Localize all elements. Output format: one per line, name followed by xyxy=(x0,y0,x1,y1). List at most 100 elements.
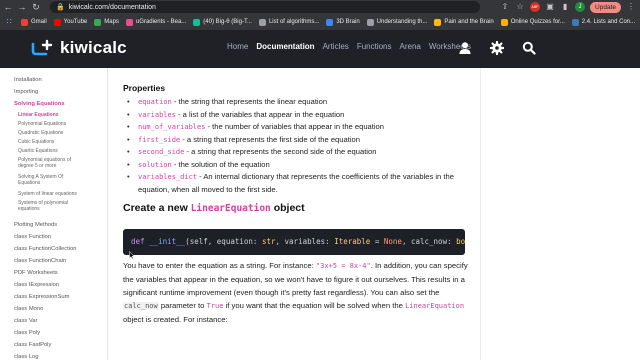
header-actions xyxy=(458,41,536,55)
gear-icon[interactable] xyxy=(490,41,504,55)
docs-content: Properties equation - the string that re… xyxy=(108,68,480,360)
property-description: - the string that represents the linear … xyxy=(171,97,328,106)
list-item: num_of_variables - the number of variabl… xyxy=(125,121,475,134)
sidebar-item-class-function[interactable]: class Function xyxy=(14,234,51,240)
share-icon[interactable]: ⇧ xyxy=(500,2,510,12)
paragraph-text: You have to enter the equation as a stri… xyxy=(123,261,316,270)
sidebar-subitem-systems-polynomial[interactable]: Systems of polynomial equations xyxy=(18,200,82,212)
right-panel xyxy=(480,68,640,360)
profile-avatar[interactable]: J xyxy=(575,2,586,12)
sidebar-subitem-polynomial-equations[interactable]: Polynomial Equations xyxy=(18,121,96,127)
nav-articles[interactable]: Articles xyxy=(323,42,349,51)
sidebar-item-expression-sum[interactable]: class ExpressionSum xyxy=(14,294,69,300)
sidebar-item-installation[interactable]: Installation xyxy=(14,77,42,83)
browser-menu-icon[interactable]: ⋮ xyxy=(626,2,636,12)
code-text: , calc_now: xyxy=(401,237,457,246)
bookmark-label: 2.4. Lists and Con... xyxy=(581,19,636,25)
nav-home[interactable]: Home xyxy=(227,42,248,51)
bookmark-item[interactable]: uGradients - Bea... xyxy=(125,18,186,26)
sidebar-item-poly[interactable]: class Poly xyxy=(14,330,40,336)
sidebar-item-function-chain[interactable]: class FunctionChain xyxy=(14,258,66,264)
sidebar-subitem-cubic-equations[interactable]: Cubic Equations xyxy=(18,139,96,145)
adblock-extension-icon[interactable]: ABP xyxy=(530,2,541,12)
sidebar-subitem-solving-system[interactable]: Solving A System Of Equations xyxy=(18,174,80,186)
sidebar-subitem-polynomial-degree-5[interactable]: Polynomial equations of degree 5 or more xyxy=(18,157,88,169)
property-name: variables_dict xyxy=(138,173,198,181)
sidebar-subitem-quartic-equations[interactable]: Quartic Equations xyxy=(18,148,96,154)
address-bar[interactable]: 🔒 kiwicalc.com/documentation xyxy=(50,1,480,13)
property-name: first_side xyxy=(138,135,181,144)
sidebar-subitem-linear-equations[interactable]: Linear Equations xyxy=(18,112,96,118)
property-name: solution xyxy=(138,160,172,169)
site-header: kiwicalc Home Documentation Articles Fun… xyxy=(0,30,640,68)
code-constant: None xyxy=(383,237,402,246)
bookmark-favicon-icon xyxy=(326,18,334,26)
property-description: - a list of the variables that appear in… xyxy=(175,109,345,119)
code-text: (self, equation: xyxy=(185,237,262,246)
bookmark-label: (40) Big-θ (Big-T... xyxy=(203,19,252,25)
bookmark-label: Maps xyxy=(104,19,119,25)
code-type: boo xyxy=(456,237,465,246)
list-item: variables - a list of the variables that… xyxy=(125,109,475,122)
update-button[interactable]: Update xyxy=(590,1,621,13)
sidebar-item-fastpoly[interactable]: class FastPoly xyxy=(14,342,51,348)
code-text: , variables: xyxy=(275,237,335,246)
sidebar-item-importing[interactable]: Importing xyxy=(14,89,38,95)
list-item: first_side - a string that represents th… xyxy=(125,134,475,147)
heading-prefix: Create a new xyxy=(123,202,191,214)
nav-arena[interactable]: Arena xyxy=(400,42,421,51)
sidebar-item-plotting[interactable]: Plotting Methods xyxy=(14,222,57,228)
sidebar-subitem-system-linear[interactable]: System of linear equations xyxy=(18,191,96,197)
create-object-heading: Create a new LinearEquation object xyxy=(123,202,305,214)
properties-heading: Properties xyxy=(123,83,166,93)
address-text[interactable]: kiwicalc.com/documentation xyxy=(69,4,156,11)
sidebar-item-var[interactable]: class Var xyxy=(14,318,37,324)
paragraph-text: if you want that the equation will be so… xyxy=(223,301,406,310)
nav-functions[interactable]: Functions xyxy=(357,42,392,51)
sidebar-item-solving-equations[interactable]: Solving Equations xyxy=(14,101,65,107)
bookmark-item[interactable]: Understanding th... xyxy=(366,18,427,26)
site-logo[interactable]: kiwicalc xyxy=(30,38,127,58)
kiwicalc-logo-icon xyxy=(31,39,53,56)
code-function-name: __init__ xyxy=(149,237,186,246)
heading-class-name: LinearEquation xyxy=(190,203,271,214)
instructions-paragraph: You have to enter the equation as a stri… xyxy=(123,259,468,326)
lock-icon[interactable]: 🔒 xyxy=(56,3,65,11)
sidebar-item-log[interactable]: class Log xyxy=(14,354,39,360)
inline-code-example: "3x+5 = 8x-4" xyxy=(315,262,371,270)
back-icon[interactable]: ← xyxy=(2,1,14,13)
sidebar-item-iexpression[interactable]: class IExpression xyxy=(14,282,59,288)
docs-sidebar: Installation Importing Solving Equations… xyxy=(0,68,108,360)
bookmark-star-icon[interactable]: ☆ xyxy=(515,2,525,12)
user-icon[interactable] xyxy=(458,41,472,55)
bookmarks-bar: ∷ Gmail YouTube Maps uGradients - Bea...… xyxy=(0,15,640,29)
sidebar-toggle-icon[interactable]: ▮ xyxy=(560,2,570,12)
bookmark-item[interactable]: 2.4. Lists and Con... xyxy=(571,18,636,26)
property-name: num_of_variables xyxy=(138,123,206,131)
sidebar-item-mono[interactable]: class Mono xyxy=(14,306,43,312)
bookmark-item[interactable]: List of algorithms... xyxy=(258,18,319,26)
sidebar-item-function-collection[interactable]: class FunctionCollection xyxy=(14,246,77,252)
heading-suffix: object xyxy=(270,202,305,214)
sidebar-item-pdf-worksheets[interactable]: PDF Worksheets xyxy=(14,270,58,276)
bookmark-label: YouTube xyxy=(63,19,88,25)
bookmark-item[interactable]: YouTube xyxy=(53,18,88,26)
sidebar-subitem-quadratic-equations[interactable]: Quadratic Equations xyxy=(18,130,96,136)
bookmark-item[interactable]: Gmail xyxy=(21,18,47,26)
bookmark-favicon-icon xyxy=(125,18,133,26)
top-navigation: Home Documentation Articles Functions Ar… xyxy=(227,42,471,51)
forward-icon[interactable]: → xyxy=(16,1,28,13)
bookmark-item[interactable]: 3D Brain xyxy=(326,18,360,26)
bookmark-item[interactable]: Online Quizzes for... xyxy=(500,18,565,26)
nav-documentation[interactable]: Documentation xyxy=(256,42,314,51)
apps-grid-icon[interactable]: ∷ xyxy=(4,17,14,27)
bookmark-favicon-icon xyxy=(571,18,579,26)
code-block[interactable]: def __init__(self, equation: str, variab… xyxy=(123,229,465,255)
bookmark-item[interactable]: (40) Big-θ (Big-T... xyxy=(193,18,252,26)
search-icon[interactable] xyxy=(522,41,536,55)
code-keyword: def xyxy=(131,237,145,246)
reload-icon[interactable]: ↻ xyxy=(30,1,42,13)
bookmark-item[interactable]: Maps xyxy=(94,18,119,26)
bookmark-item[interactable]: Pain and the Brain xyxy=(434,18,494,26)
extensions-puzzle-icon[interactable]: ▣ xyxy=(545,2,555,12)
